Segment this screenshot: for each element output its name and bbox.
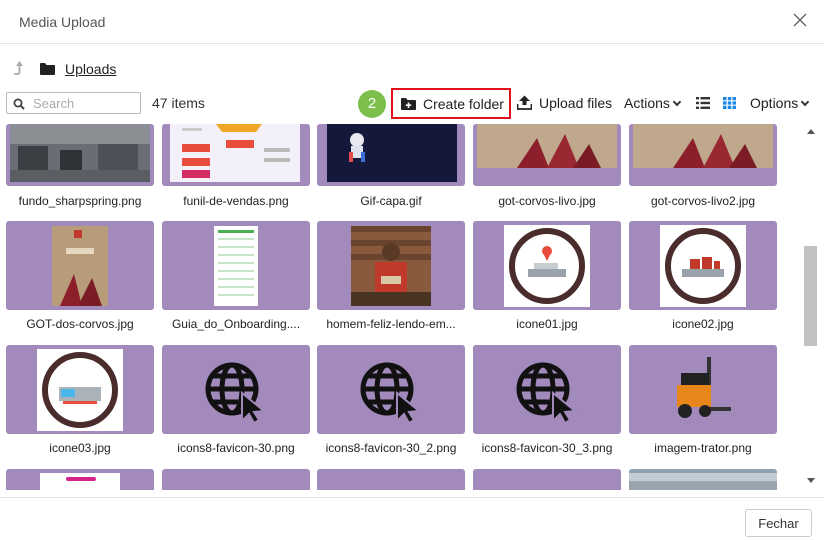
file-thumbnail — [6, 345, 154, 434]
toolbar: 47 items 2 Create folder Upload files Ac… — [0, 88, 824, 120]
office-photo — [10, 124, 150, 182]
file-name: GOT-dos-corvos.jpg — [26, 317, 134, 331]
file-name: icons8-favicon-30_2.png — [325, 441, 457, 455]
dialog-header: Media Upload — [0, 0, 824, 44]
breadcrumb: Uploads — [0, 56, 824, 82]
ship-icon-image — [504, 225, 590, 307]
breadcrumb-uploads-link[interactable]: Uploads — [65, 61, 116, 77]
file-name: got-corvos-livo2.jpg — [650, 194, 756, 208]
scroll-down-icon[interactable] — [807, 478, 815, 483]
chevron-down-icon — [672, 97, 682, 107]
file-name: icone02.jpg — [672, 317, 734, 331]
file-name: Gif-capa.gif — [360, 194, 422, 208]
upload-files-label: Upload files — [539, 95, 613, 111]
file-thumbnail — [162, 221, 310, 310]
globe-cursor-icon — [205, 362, 267, 423]
file-name: homem-feliz-lendo-em... — [326, 317, 456, 331]
truck-icon-image — [37, 349, 123, 431]
search-box[interactable] — [6, 92, 141, 114]
warehouse-photo — [629, 473, 777, 490]
file-name: funil-de-vendas.png — [183, 194, 289, 208]
file-name: imagem-trator.png — [654, 441, 752, 455]
scroll-thumb[interactable] — [804, 246, 817, 346]
dialog-title: Media Upload — [19, 14, 106, 30]
astronaut-gif — [327, 124, 457, 182]
file-name: fundo_sharpspring.png — [18, 194, 142, 208]
file-thumbnail — [162, 124, 310, 186]
search-input[interactable] — [33, 95, 133, 111]
sales-funnel-image — [166, 124, 304, 182]
file-name: icone03.jpg — [49, 441, 111, 455]
grid-view-icon[interactable] — [723, 97, 736, 109]
forklift-image — [659, 349, 747, 431]
file-thumbnail — [6, 469, 154, 490]
book-cover-image — [477, 124, 617, 168]
search-icon — [13, 98, 25, 110]
file-thumbnail — [317, 345, 465, 434]
file-grid: fundo_sharpspring.png funil-de-vendas.pn… — [0, 124, 800, 490]
file-name: icons8-favicon-30.png — [177, 441, 295, 455]
file-thumbnail — [317, 221, 465, 310]
chevron-down-icon — [801, 97, 810, 107]
scroll-up-icon[interactable] — [807, 129, 815, 134]
options-label: Options — [750, 95, 799, 111]
actions-dropdown[interactable]: Actions — [624, 95, 682, 111]
folder-icon — [40, 63, 55, 75]
file-thumbnail — [473, 124, 621, 186]
file-thumbnail — [629, 345, 777, 434]
globe-cursor-icon — [516, 362, 578, 423]
file-preview — [40, 473, 120, 490]
file-thumbnail — [162, 345, 310, 434]
ship-icon-image — [660, 225, 746, 307]
close-icon[interactable] — [792, 12, 808, 28]
actions-label: Actions — [624, 95, 670, 111]
create-folder-button[interactable]: Create folder — [391, 88, 511, 119]
file-name: Guia_do_Onboarding.... — [171, 317, 301, 331]
file-thumbnail — [629, 221, 777, 310]
book-cover-image — [633, 124, 773, 168]
globe-cursor-icon — [360, 362, 422, 423]
vertical-scrollbar[interactable] — [803, 124, 819, 490]
file-thumbnail — [317, 124, 465, 186]
man-reading-photo — [351, 226, 431, 306]
up-arrow-icon[interactable] — [13, 60, 25, 76]
file-thumbnail — [473, 469, 621, 490]
file-thumbnail — [473, 345, 621, 434]
item-count: 47 items — [152, 95, 205, 111]
file-name: icons8-favicon-30_3.png — [481, 441, 613, 455]
file-thumbnail — [629, 124, 777, 186]
document-image — [214, 226, 258, 306]
close-button[interactable]: Fechar — [745, 509, 812, 537]
file-thumbnail — [629, 469, 777, 490]
step-badge: 2 — [358, 90, 386, 118]
file-thumbnail — [317, 469, 465, 490]
book-cover-image — [52, 226, 108, 306]
dialog-footer: Fechar — [0, 497, 824, 540]
create-folder-label: Create folder — [423, 96, 504, 112]
file-thumbnail — [162, 469, 310, 490]
file-thumbnail — [473, 221, 621, 310]
file-name: icone01.jpg — [516, 317, 578, 331]
file-thumbnail — [6, 124, 154, 186]
file-name: got-corvos-livo.jpg — [498, 194, 596, 208]
options-dropdown[interactable]: Options — [750, 95, 810, 111]
upload-icon — [517, 95, 532, 110]
folder-plus-icon — [401, 98, 416, 110]
list-view-icon[interactable] — [696, 97, 710, 109]
file-thumbnail — [6, 221, 154, 310]
